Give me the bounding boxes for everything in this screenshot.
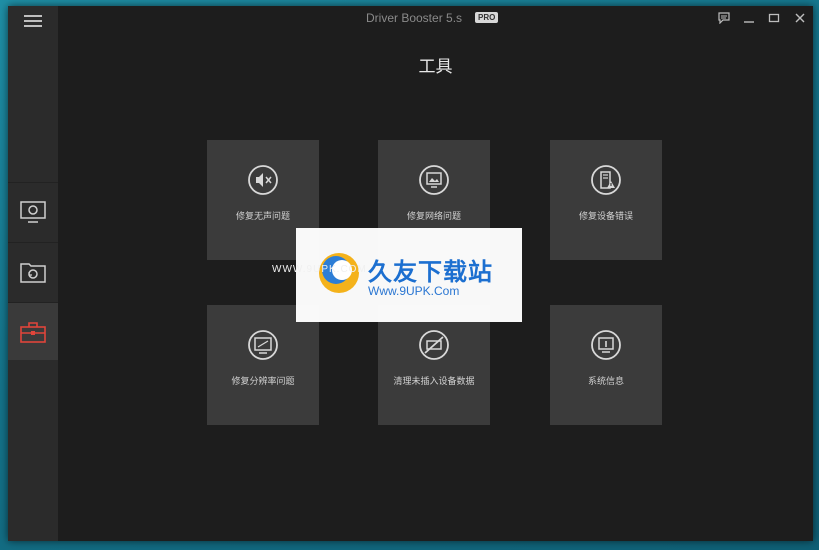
title-bar: Driver Booster 5.s PRO — [58, 6, 813, 32]
hamburger-icon — [24, 15, 42, 27]
tile-label: 修复分辨率问题 — [231, 377, 295, 387]
mute-speaker-icon — [248, 165, 278, 195]
tile-label: 清理未插入设备数据 — [393, 377, 475, 387]
pro-badge: PRO — [475, 12, 499, 23]
minimize-button[interactable] — [741, 10, 757, 26]
no-device-icon — [419, 330, 449, 360]
watermark-logo: 久友下载站 Www.9UPK.Com — [296, 228, 522, 322]
maximize-button[interactable] — [766, 10, 782, 26]
feedback-button[interactable] — [716, 10, 732, 26]
sidebar-item-tools[interactable] — [8, 302, 58, 360]
menu-button[interactable] — [8, 6, 58, 36]
tile-label: 修复设备错误 — [578, 212, 633, 222]
minimize-icon — [744, 21, 754, 23]
device-warning-icon — [591, 165, 621, 195]
feedback-icon — [718, 12, 730, 24]
toolbox-icon — [20, 321, 46, 343]
close-button[interactable] — [792, 10, 808, 26]
tile-system-info[interactable]: 系统信息 — [550, 305, 662, 425]
monitor-scan-icon — [20, 200, 46, 223]
tile-label: 修复网络问题 — [406, 212, 461, 222]
page-title: 工具 — [418, 57, 453, 77]
restore-icon — [20, 262, 46, 283]
system-info-icon — [591, 330, 621, 360]
watermark-url: Www.9UPK.Com — [368, 284, 460, 298]
maximize-icon — [768, 13, 780, 23]
tile-label: 修复无声问题 — [235, 212, 290, 222]
tile-fix-device-error[interactable]: 修复设备错误 — [550, 140, 662, 260]
watermark-side-text: WWW.9UPK.COM — [272, 264, 367, 275]
close-icon — [795, 13, 805, 23]
sidebar-item-scan[interactable] — [8, 182, 58, 240]
tile-fix-resolution[interactable]: 修复分辨率问题 — [207, 305, 319, 425]
watermark-brand: 久友下载站 — [368, 258, 493, 286]
tile-label: 系统信息 — [587, 377, 624, 387]
resolution-icon — [248, 330, 278, 360]
tile-clean-unplugged-devices[interactable]: 清理未插入设备数据 — [378, 305, 490, 425]
app-title: Driver Booster 5.s — [366, 11, 463, 25]
sidebar — [8, 6, 58, 541]
sidebar-item-rescue[interactable] — [8, 242, 58, 300]
network-icon — [419, 165, 449, 195]
